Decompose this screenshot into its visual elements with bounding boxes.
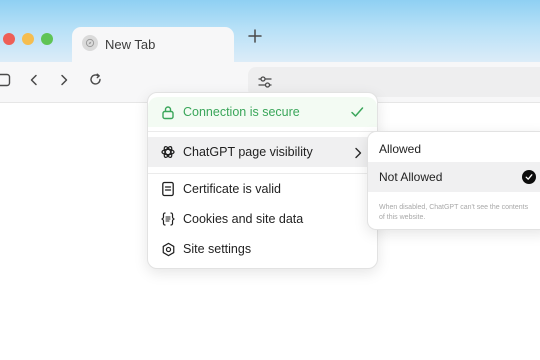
- chevron-right-icon: [352, 146, 364, 159]
- chatgpt-logo-icon: [159, 143, 177, 161]
- site-info-popover: Connection is secure ChatGPT page visibi…: [147, 92, 378, 269]
- zoom-window-button[interactable]: [41, 33, 53, 45]
- sidebar-icon: [0, 72, 11, 93]
- option-allowed[interactable]: Allowed: [368, 134, 540, 164]
- gear-icon: [159, 240, 177, 258]
- option-not-allowed[interactable]: Not Allowed: [368, 162, 540, 192]
- certificate-item[interactable]: Certificate is valid: [148, 174, 377, 204]
- connection-status-row: Connection is secure: [148, 97, 377, 127]
- divider: [148, 131, 377, 132]
- minimize-window-button[interactable]: [22, 33, 34, 45]
- site-controls-icon[interactable]: [256, 73, 274, 91]
- certificate-icon: [159, 180, 177, 198]
- cookies-icon: [159, 210, 177, 228]
- site-settings-label: Site settings: [183, 242, 252, 256]
- window-titlebar: New Tab: [0, 0, 540, 62]
- option-allowed-label: Allowed: [379, 142, 422, 156]
- chevron-left-icon: [27, 73, 41, 92]
- tab-title: New Tab: [105, 37, 156, 52]
- chevron-right-icon: [57, 73, 71, 92]
- back-button[interactable]: [25, 73, 43, 91]
- plus-icon: [248, 28, 262, 48]
- site-settings-item[interactable]: Site settings: [148, 234, 377, 264]
- visibility-submenu: Allowed Not Allowed When disabled, ChatG…: [367, 131, 540, 230]
- sidebar-toggle-button[interactable]: [0, 73, 12, 91]
- tab-new-tab[interactable]: New Tab: [72, 27, 234, 62]
- lock-icon: [159, 103, 177, 121]
- chatgpt-visibility-label: ChatGPT page visibility: [183, 145, 313, 159]
- compass-icon: [82, 35, 98, 51]
- close-window-button[interactable]: [3, 33, 15, 45]
- option-not-allowed-label: Not Allowed: [379, 170, 443, 184]
- connection-secure-label: Connection is secure: [183, 105, 300, 119]
- certificate-label: Certificate is valid: [183, 182, 281, 196]
- cookies-label: Cookies and site data: [183, 212, 304, 226]
- new-tab-button[interactable]: [244, 27, 266, 49]
- cookies-item[interactable]: Cookies and site data: [148, 204, 377, 234]
- forward-button[interactable]: [55, 73, 73, 91]
- visibility-note: When disabled, ChatGPT can't see the con…: [379, 204, 529, 221]
- chatgpt-visibility-item[interactable]: ChatGPT page visibility: [148, 137, 377, 167]
- selected-check-icon: [522, 170, 536, 184]
- reload-button[interactable]: [86, 73, 104, 91]
- reload-icon: [88, 72, 103, 92]
- checkmark-icon: [350, 105, 364, 119]
